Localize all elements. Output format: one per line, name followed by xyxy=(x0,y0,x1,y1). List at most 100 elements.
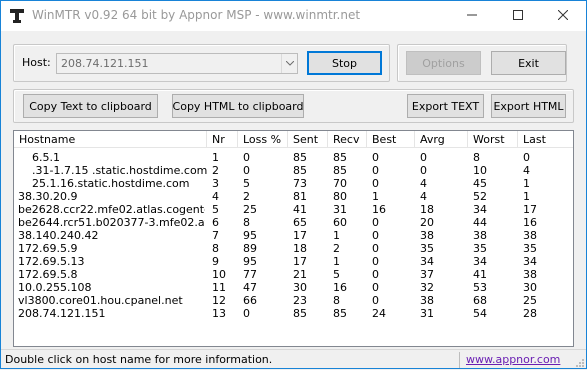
cell-loss: 89 xyxy=(243,242,257,255)
cell-best: 0 xyxy=(372,151,379,164)
close-button[interactable] xyxy=(540,1,586,31)
table-row[interactable]: be2628.ccr22.mfe02.atlas.cogentco... 5 25 4… xyxy=(14,203,573,216)
cell-nr: 6 xyxy=(212,216,219,229)
cell-hostname[interactable]: 38.140.240.42 xyxy=(18,229,205,242)
column-header-nr[interactable]: Nr xyxy=(207,131,238,148)
cell-sent: 17 xyxy=(293,229,307,242)
cell-sent: 85 xyxy=(293,307,307,320)
export-html-button[interactable]: Export HTML xyxy=(491,94,566,118)
cell-nr: 1 xyxy=(212,151,219,164)
cell-avrg: 31 xyxy=(420,307,434,320)
cell-nr: 10 xyxy=(212,268,226,281)
cell-best: 16 xyxy=(372,203,386,216)
cell-best: 0 xyxy=(372,294,379,307)
cell-sent: 81 xyxy=(293,190,307,203)
table-row[interactable]: 172.69.5.8 10 77 21 5 0 37 41 38 xyxy=(14,268,573,281)
table-row[interactable]: 10.0.255.108 11 47 30 16 0 32 53 30 xyxy=(14,281,573,294)
table-row[interactable]: 38.30.20.9 4 2 81 80 1 4 52 1 xyxy=(14,190,573,203)
chevron-down-icon[interactable] xyxy=(281,54,297,73)
cell-recv: 16 xyxy=(333,281,347,294)
window-title: WinMTR v0.92 64 bit by Appnor MSP - www.… xyxy=(32,8,361,22)
column-header-worst[interactable]: Worst xyxy=(468,131,518,148)
table-row[interactable]: 208.74.121.151 13 0 85 85 24 31 54 28 xyxy=(14,307,573,320)
status-bar: Double click on host name for more infor… xyxy=(1,349,586,369)
cell-recv: 85 xyxy=(333,151,347,164)
cell-hostname[interactable]: 38.30.20.9 xyxy=(18,190,205,203)
status-separator xyxy=(459,352,460,368)
cell-hostname[interactable]: be2644.rcr51.b020377-3.mfe02.atlas... xyxy=(18,216,205,229)
table-row[interactable]: .31-1.7.15 .static.hostdime.com 2 0 85 85 0 0 1… xyxy=(14,164,573,177)
table-row[interactable]: 25.1.16.static.hostdime.com 3 5 73 70 0 4 45 1 xyxy=(14,177,573,190)
cell-loss: 25 xyxy=(243,203,257,216)
cell-hostname[interactable]: 172.69.5.9 xyxy=(18,242,205,255)
stop-button[interactable]: Stop xyxy=(307,51,382,75)
cell-last: 38 xyxy=(523,268,537,281)
cell-last: 1 xyxy=(523,177,530,190)
cell-sent: 21 xyxy=(293,268,307,281)
column-header-sent[interactable]: Sent xyxy=(288,131,328,148)
appnor-link[interactable]: www.appnor.com xyxy=(466,353,560,366)
cell-last: 25 xyxy=(523,294,537,307)
cell-hostname[interactable]: .31-1.7.15 .static.hostdime.com xyxy=(32,164,219,177)
table-row[interactable]: vl3800.core01.hou.cpanel.net 12 66 23 8 0 38 68… xyxy=(14,294,573,307)
column-header-hostname[interactable]: Hostname xyxy=(14,131,207,148)
cell-recv: 85 xyxy=(333,164,347,177)
table-row[interactable]: 38.140.240.42 7 95 17 1 0 38 38 38 xyxy=(14,229,573,242)
cell-loss: 2 xyxy=(243,190,250,203)
host-combobox[interactable]: 208.74.121.151 xyxy=(56,53,298,74)
table-row[interactable]: 6.5.1 1 0 85 85 0 0 8 0 xyxy=(14,151,573,164)
copy-text-button[interactable]: Copy Text to clipboard xyxy=(23,94,158,118)
export-text-button[interactable]: Export TEXT xyxy=(407,94,484,118)
table-row[interactable]: 172.69.5.9 8 89 18 2 0 35 35 35 xyxy=(14,242,573,255)
column-header-recv[interactable]: Recv xyxy=(328,131,367,148)
cell-avrg: 18 xyxy=(420,203,434,216)
cell-nr: 11 xyxy=(212,281,226,294)
options-button[interactable]: Options xyxy=(406,51,481,75)
cell-nr: 8 xyxy=(212,242,219,255)
cell-last: 0 xyxy=(523,151,530,164)
cell-worst: 38 xyxy=(473,229,487,242)
column-header-loss[interactable]: Loss % xyxy=(238,131,288,148)
host-input[interactable]: 208.74.121.151 xyxy=(61,57,148,70)
cell-best: 0 xyxy=(372,268,379,281)
trace-results-table[interactable]: Hostname Nr Loss % Sent Recv Best Avrg Worst Las… xyxy=(13,130,574,347)
cell-best: 0 xyxy=(372,242,379,255)
cell-hostname[interactable]: 172.69.5.8 xyxy=(18,268,205,281)
cell-best: 0 xyxy=(372,216,379,229)
cell-sent: 73 xyxy=(293,177,307,190)
cell-hostname[interactable]: 172.69.5.13 xyxy=(18,255,205,268)
cell-recv: 70 xyxy=(333,177,347,190)
cell-hostname[interactable]: be2628.ccr22.mfe02.atlas.cogentco... xyxy=(18,203,205,216)
cell-hostname[interactable]: vl3800.core01.hou.cpanel.net xyxy=(18,294,205,307)
cell-avrg: 38 xyxy=(420,229,434,242)
resize-grip-icon[interactable] xyxy=(574,357,584,367)
copy-html-button[interactable]: Copy HTML to clipboard xyxy=(172,94,304,118)
cell-loss: 8 xyxy=(243,216,250,229)
cell-last: 34 xyxy=(523,255,537,268)
cell-best: 0 xyxy=(372,164,379,177)
cell-nr: 13 xyxy=(212,307,226,320)
cell-nr: 2 xyxy=(212,164,219,177)
column-header-last[interactable]: Last xyxy=(518,131,573,148)
cell-worst: 10 xyxy=(473,164,487,177)
cell-recv: 85 xyxy=(333,307,347,320)
cell-loss: 77 xyxy=(243,268,257,281)
cell-worst: 35 xyxy=(473,242,487,255)
cell-recv: 8 xyxy=(333,294,340,307)
cell-avrg: 38 xyxy=(420,294,434,307)
minimize-button[interactable] xyxy=(449,1,495,31)
column-header-best[interactable]: Best xyxy=(367,131,415,148)
cell-hostname[interactable]: 25.1.16.static.hostdime.com xyxy=(32,177,219,190)
table-row[interactable]: be2644.rcr51.b020377-3.mfe02.atlas... 6 8 6… xyxy=(14,216,573,229)
cell-nr: 4 xyxy=(212,190,219,203)
exit-button[interactable]: Exit xyxy=(491,51,566,75)
cell-hostname[interactable]: 6.5.1 xyxy=(32,151,219,164)
cell-worst: 8 xyxy=(473,151,480,164)
maximize-button[interactable] xyxy=(495,1,541,31)
title-bar[interactable]: WinMTR v0.92 64 bit by Appnor MSP - www.… xyxy=(1,1,586,31)
cell-hostname[interactable]: 10.0.255.108 xyxy=(18,281,205,294)
column-header-avrg[interactable]: Avrg xyxy=(415,131,468,148)
cell-recv: 1 xyxy=(333,255,340,268)
cell-hostname[interactable]: 208.74.121.151 xyxy=(18,307,205,320)
table-row[interactable]: 172.69.5.13 9 95 17 1 0 34 34 34 xyxy=(14,255,573,268)
